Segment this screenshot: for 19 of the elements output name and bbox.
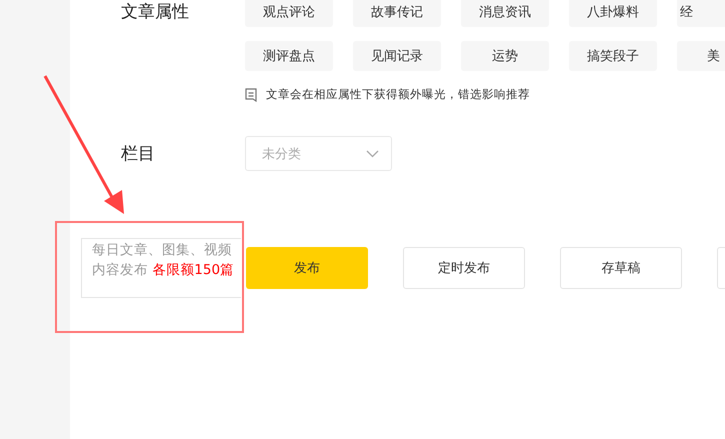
field-label: 栏目 — [121, 142, 156, 166]
hint-text: 文章会在相应属性下获得额外曝光，错选影响推荐 — [266, 87, 530, 102]
attribute-tag[interactable]: 八卦爆料 — [569, 0, 657, 27]
button[interactable]: 定时发布 — [403, 247, 525, 289]
attribute-tag[interactable]: 经 — [677, 0, 725, 27]
note-icon — [245, 88, 257, 102]
publish-button[interactable]: 发布 — [246, 247, 368, 289]
attribute-tag[interactable]: 消息资讯 — [461, 0, 549, 27]
attribute-tag[interactable]: 运势 — [461, 41, 549, 71]
attribute-tag[interactable]: 美 — [677, 41, 725, 71]
chevron-down-icon — [366, 150, 379, 158]
field-label: 文章属性 — [121, 1, 190, 24]
attribute-tag[interactable]: 搞笑段子 — [569, 41, 657, 71]
quota-notice: 每日文章、图集、视频内容发布 各限额150篇 — [81, 238, 241, 298]
attribute-tag[interactable]: 见闻记录 — [353, 41, 441, 71]
button[interactable]: 存草稿 — [560, 247, 682, 289]
attribute-tag[interactable]: 故事传记 — [353, 0, 441, 27]
attribute-tag[interactable]: 测评盘点 — [245, 41, 333, 71]
attribute-tag[interactable]: 观点评论 — [245, 0, 333, 27]
